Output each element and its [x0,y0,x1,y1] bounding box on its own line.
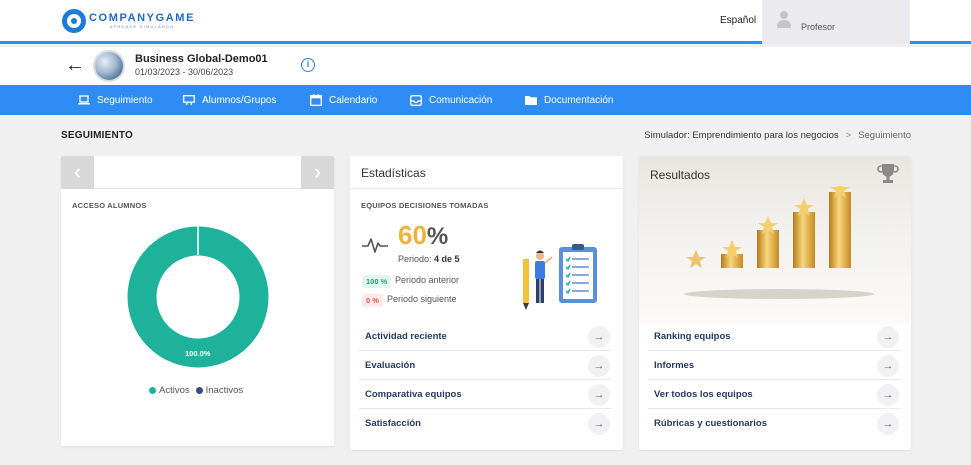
link-label: Actividad reciente [365,331,447,342]
nav-label: Documentación [544,94,614,106]
clipboard-illustration [523,244,597,310]
arrow-right-icon[interactable]: → [588,384,610,406]
prev-period-badge: 100 % [362,275,392,288]
stats-section-label: EQUIPOS DECISIONES TOMADAS [361,201,489,210]
link-rubricas-cuestionarios[interactable]: Rúbricas y cuestionarios → [648,409,901,438]
user-profile-menu[interactable]: Profesor [762,0,910,44]
nav-item-calendario[interactable]: Calendario [310,85,377,115]
company-logo[interactable]: COMPANYGAME APRENDE SIMULANDO [62,9,195,33]
legend-item-inactivos[interactable]: Inactivos [195,385,244,396]
prev-period-label: Periodo anterior [395,275,460,285]
donut-active-segment [127,226,269,368]
access-card: ‹ › ACCESO ALUMNOS 100.0% Activos Inacti… [61,156,334,446]
nav-label: Comunicación [429,94,493,106]
arrow-right-icon[interactable]: → [877,326,899,348]
breadcrumb-current: Seguimiento [858,130,911,141]
main-nav: Seguimiento Alumnos/Grupos Calendario Co… [0,85,971,115]
link-label: Evaluación [365,360,416,371]
pulse-icon [362,238,388,253]
arrow-right-icon[interactable]: → [877,413,899,435]
legend-label: Activos [159,385,190,396]
percent-value: 60 [398,220,427,250]
percent-symbol: % [426,223,449,250]
back-arrow-icon[interactable]: ← [65,55,85,75]
link-ver-todos-equipos[interactable]: Ver todos los equipos → [648,380,901,409]
top-header: COMPANYGAME APRENDE SIMULANDO Español Pr… [0,0,971,44]
period-prefix: Periodo: [398,254,432,264]
nav-label: Calendario [329,94,378,106]
stats-card-title: Estadísticas [361,166,426,180]
language-selector[interactable]: Español [720,15,756,26]
legend-dot [195,387,203,394]
nav-label: Seguimiento [97,94,153,106]
link-label: Comparativa equipos [365,389,462,400]
link-satisfaccion[interactable]: Satisfacción → [359,409,612,438]
arrow-right-icon[interactable]: → [588,326,610,348]
nav-item-seguimiento[interactable]: Seguimiento [78,85,153,115]
breadcrumb: Simulador: Emprendimiento para los negoc… [644,130,911,141]
link-label: Satisfacción [365,418,421,429]
calendar-icon [310,94,322,106]
course-dates: 01/03/2023 - 30/06/2023 [135,67,234,77]
course-header: ← Business Global-Demo01 01/03/2023 - 30… [0,47,971,85]
page-title: SEGUIMIENTO [61,130,134,141]
arrow-right-icon[interactable]: → [877,355,899,377]
user-name: Profesor [801,22,836,32]
link-ranking-equipos[interactable]: Ranking equipos → [648,322,901,351]
link-label: Ranking equipos [654,331,731,342]
period-value: 4 de 5 [434,254,460,264]
results-links: Ranking equipos → Informes → Ver todos l… [648,322,901,438]
chevron-left-icon[interactable]: ‹ [61,156,94,189]
legend-dot [149,387,156,394]
legend-item-activos[interactable]: Activos [149,385,190,396]
course-globe-image [95,52,123,80]
link-label: Informes [654,360,695,371]
decisions-percent: 60% [398,220,448,251]
trophy-icon [877,164,899,183]
link-label: Ver todos los equipos [654,389,753,400]
nav-label: Alumnos/Grupos [202,94,277,106]
next-period-label: Periodo siguiente [387,294,457,304]
users-board-icon [183,95,195,105]
legend-label: Inactivos [205,385,244,396]
link-evaluacion[interactable]: Evaluación → [359,351,612,380]
arrow-right-icon[interactable]: → [588,413,610,435]
nav-item-documentacion[interactable]: Documentación [525,85,613,115]
arrow-right-icon[interactable]: → [588,355,610,377]
breadcrumb-parent[interactable]: Simulador: Emprendimiento para los negoc… [644,130,838,141]
nav-item-comunicacion[interactable]: Comunicación [410,85,492,115]
arrow-right-icon[interactable]: → [877,384,899,406]
golden-bars-illustration [684,186,874,299]
stats-card: Estadísticas EQUIPOS DECISIONES TOMADAS … [350,156,623,450]
inbox-icon [410,94,422,106]
results-card-title: Resultados [650,168,711,182]
info-icon[interactable]: i [301,58,315,72]
results-card: Resultados Ranking equipos → Informes → … [639,156,911,450]
chevron-right-icon[interactable]: › [301,156,334,189]
logo-mark-icon [62,9,86,33]
stats-links: Actividad reciente → Evaluación → Compar… [359,322,612,438]
link-informes[interactable]: Informes → [648,351,901,380]
link-label: Rúbricas y cuestionarios [654,418,767,429]
link-actividad-reciente[interactable]: Actividad reciente → [359,322,612,351]
period-indicator: Periodo: 4 de 5 [398,254,460,264]
logo-tagline: APRENDE SIMULANDO [109,24,175,29]
access-donut-chart [127,226,269,368]
results-hero: Resultados [639,156,911,324]
logo-text: COMPANYGAME [89,12,196,24]
folder-icon [525,96,537,105]
nav-item-alumnos[interactable]: Alumnos/Grupos [183,85,276,115]
course-title: Business Global-Demo01 [135,53,268,65]
donut-legend: Activos Inactivos [149,385,249,396]
avatar [776,11,792,29]
link-comparativa-equipos[interactable]: Comparativa equipos → [359,380,612,409]
breadcrumb-separator: > [845,130,852,141]
laptop-icon [78,95,90,105]
next-period-badge: 0 % [362,294,383,307]
access-card-label: ACCESO ALUMNOS [72,201,147,210]
card-slider: ‹ › [61,156,334,189]
donut-value-label: 100.0% [185,349,211,358]
